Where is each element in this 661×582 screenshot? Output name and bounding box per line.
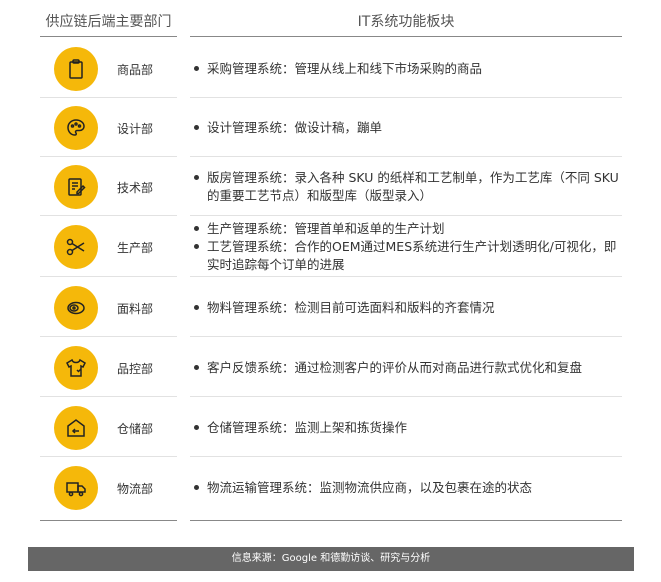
- row-divider: [40, 97, 177, 98]
- source-footer: 信息来源：Google 和德勤访谈、研究与分析: [28, 547, 634, 571]
- bullet-item: 版房管理系统：录入各种 SKU 的纸样和工艺制单，作为工艺库（不同 SKU 的重…: [193, 169, 623, 205]
- dept-label-warehouse: 仓储部: [117, 422, 154, 436]
- row-description: 客户反馈系统：通过检测客户的评价从而对商品进行款式优化和复盘: [193, 359, 623, 377]
- departments-header: 供应链后端主要部门: [45, 14, 172, 30]
- row-description: 生产管理系统：管理首单和返单的生产计划 工艺管理系统：合作的OEM通过MES系统…: [193, 220, 623, 274]
- row-description: 采购管理系统：管理从线上和线下市场采购的商品: [193, 60, 623, 78]
- table-bottom-border-right: [190, 520, 622, 521]
- row-divider: [190, 396, 622, 397]
- dept-label-technical: 技术部: [117, 181, 154, 195]
- bullet-item: 客户反馈系统：通过检测客户的评价从而对商品进行款式优化和复盘: [193, 359, 623, 377]
- row-divider: [40, 396, 177, 397]
- header-divider-right: [190, 36, 622, 37]
- dept-label-design: 设计部: [117, 122, 154, 136]
- row-divider: [190, 97, 622, 98]
- table-bottom-border-left: [40, 520, 177, 521]
- dept-label-merchandise: 商品部: [117, 63, 154, 77]
- scissors-icon: [54, 225, 98, 269]
- bullet-item: 设计管理系统：做设计稿，蹦单: [193, 119, 623, 137]
- bullet-item: 仓储管理系统：监测上架和拣货操作: [193, 419, 623, 437]
- bullet-item: 物流运输管理系统：监测物流供应商，以及包裹在途的状态: [193, 479, 623, 497]
- bullet-item: 采购管理系统：管理从线上和线下市场采购的商品: [193, 60, 623, 78]
- bullet-item: 工艺管理系统：合作的OEM通过MES系统进行生产计划透明化/可视化，即实时追踪每…: [193, 238, 623, 274]
- row-divider: [190, 456, 622, 457]
- row-description: 物流运输管理系统：监测物流供应商，以及包裹在途的状态: [193, 479, 623, 497]
- shirt-icon: [54, 346, 98, 390]
- dept-label-logistics: 物流部: [117, 482, 154, 496]
- bullet-item: 物料管理系统：检测目前可选面料和版料的齐套情况: [193, 299, 623, 317]
- it-modules-header: IT系统功能板块: [357, 14, 455, 30]
- row-divider: [190, 215, 622, 216]
- row-divider: [40, 336, 177, 337]
- dept-label-fabric: 面料部: [117, 302, 154, 316]
- row-description: 仓储管理系统：监测上架和拣货操作: [193, 419, 623, 437]
- truck-icon: [54, 466, 98, 510]
- row-description: 物料管理系统：检测目前可选面料和版料的齐套情况: [193, 299, 623, 317]
- dept-label-quality: 品控部: [117, 362, 154, 376]
- header-divider-left: [40, 36, 177, 37]
- row-divider: [40, 456, 177, 457]
- fabric-roll-icon: [54, 286, 98, 330]
- row-divider: [190, 156, 622, 157]
- row-divider: [190, 276, 622, 277]
- palette-icon: [54, 106, 98, 150]
- row-divider: [40, 215, 177, 216]
- dept-label-production: 生产部: [117, 241, 154, 255]
- bullet-item: 生产管理系统：管理首单和返单的生产计划: [193, 220, 623, 238]
- row-divider: [190, 336, 622, 337]
- row-divider: [40, 276, 177, 277]
- row-divider: [40, 156, 177, 157]
- row-description: 设计管理系统：做设计稿，蹦单: [193, 119, 623, 137]
- document-edit-icon: [54, 165, 98, 209]
- clipboard-icon: [54, 47, 98, 91]
- warehouse-icon: [54, 406, 98, 450]
- row-description: 版房管理系统：录入各种 SKU 的纸样和工艺制单，作为工艺库（不同 SKU 的重…: [193, 169, 623, 205]
